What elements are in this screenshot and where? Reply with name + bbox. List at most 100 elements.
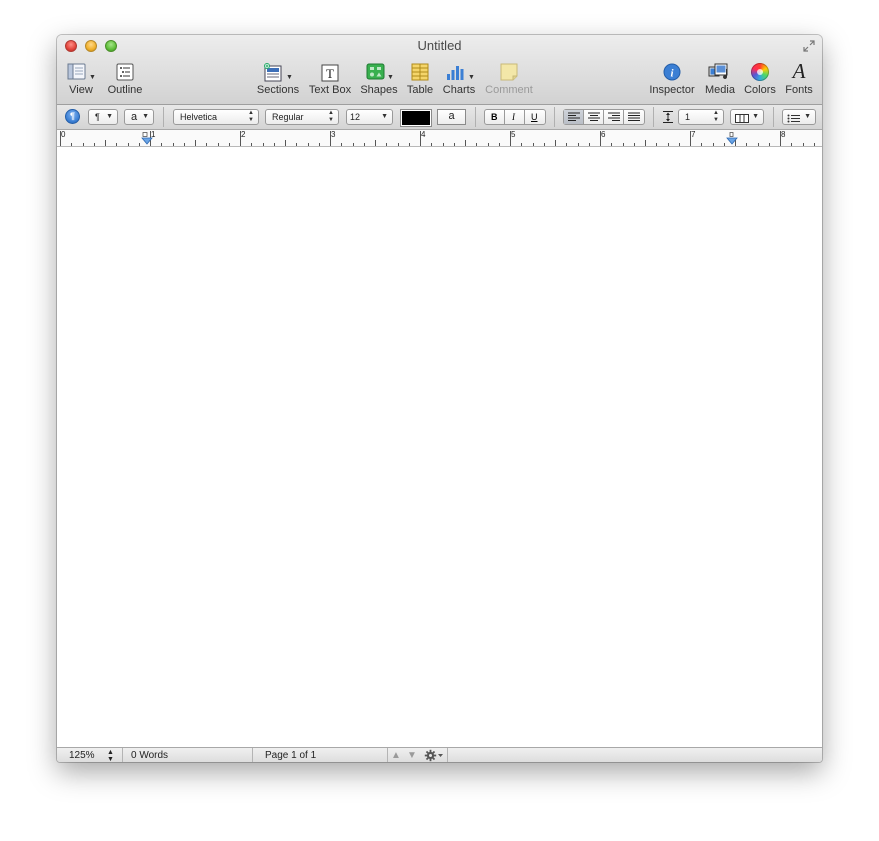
highlight-color-well[interactable]: a <box>437 109 466 125</box>
ruler-tick <box>138 143 140 146</box>
charts-dropdown-icon: ▼ <box>468 74 475 81</box>
fullscreen-icon[interactable] <box>802 39 816 53</box>
ruler-tick <box>566 143 568 146</box>
right-indent-marker[interactable] <box>726 132 738 145</box>
outline-button[interactable]: Outline <box>105 61 145 101</box>
line-spacing-stepper[interactable]: 1 ▲ ▼ <box>678 109 724 125</box>
align-center-button[interactable] <box>584 110 604 124</box>
font-family-value: Helvetica <box>180 112 218 122</box>
titlebar: Untitled ▼ View Outline ▼ Sections T Tex… <box>57 35 822 105</box>
next-page-icon[interactable]: ▼ <box>407 748 417 762</box>
columns-arrow-icon: ▼ <box>752 113 759 120</box>
paragraph-style-arrow-icon: ▼ <box>106 113 113 120</box>
bold-button[interactable]: B <box>485 110 505 124</box>
ruler-tick <box>498 143 500 146</box>
fonts-button[interactable]: A Fonts <box>783 59 815 101</box>
media-button[interactable]: Media <box>702 61 738 101</box>
ruler-tick <box>363 143 365 146</box>
shapes-button[interactable]: ▼ Shapes <box>360 61 398 101</box>
highlight-glyph: a <box>448 110 455 122</box>
character-style-arrow-icon: ▼ <box>142 113 149 120</box>
ruler-tick <box>408 143 410 146</box>
ruler-tick <box>577 143 579 146</box>
ruler-tick <box>183 143 185 146</box>
italic-button[interactable]: I <box>505 110 525 124</box>
charts-label: Charts <box>442 84 476 96</box>
table-label: Table <box>406 84 434 96</box>
font-size-arrow-icon: ▼ <box>381 113 388 120</box>
ruler-tick <box>757 143 759 146</box>
ruler-tick <box>206 143 208 146</box>
inspector-button[interactable]: i Inspector <box>647 61 697 101</box>
character-style-popup[interactable]: a ▼ <box>124 109 154 125</box>
window-title: Untitled <box>417 38 462 53</box>
fonts-label: Fonts <box>785 84 813 96</box>
color-wheel-icon <box>751 63 769 81</box>
ruler-tick <box>611 143 613 146</box>
zoom-value[interactable]: 125% <box>69 748 95 762</box>
columns-popup[interactable]: ▼ <box>730 109 764 125</box>
zoom-stepper-icon[interactable]: ▲ ▼ <box>107 749 114 762</box>
ruler-tick <box>296 143 298 146</box>
align-left-icon <box>568 112 580 121</box>
gear-icon[interactable] <box>424 749 444 762</box>
previous-page-icon[interactable]: ▲ <box>391 748 401 762</box>
ruler-tick <box>397 143 399 146</box>
ruler-tick <box>217 143 219 146</box>
ruler-tick <box>453 143 455 146</box>
table-button[interactable]: Table <box>403 61 437 101</box>
ruler-number: 7 <box>691 130 696 139</box>
text-color-well[interactable] <box>400 109 432 127</box>
justify-icon <box>628 112 640 121</box>
align-right-button[interactable] <box>604 110 624 124</box>
invisibles-icon[interactable]: ¶ <box>65 109 80 124</box>
align-right-icon <box>608 112 620 121</box>
divider <box>387 748 388 762</box>
comment-button[interactable]: Comment <box>484 61 534 101</box>
line-spacing-icon <box>661 110 675 124</box>
ruler-tick <box>667 143 669 146</box>
document-canvas[interactable] <box>57 147 822 747</box>
ruler-tick <box>633 143 635 146</box>
comment-icon <box>500 63 518 86</box>
font-size-combo[interactable]: 12 ▼ <box>346 109 393 125</box>
paragraph-style-popup[interactable]: ¶ ▼ <box>88 109 118 125</box>
sections-button[interactable]: ▼ Sections <box>256 61 300 101</box>
list-style-popup[interactable]: ▼ <box>782 109 816 125</box>
outline-icon <box>116 63 134 86</box>
separator <box>773 107 774 127</box>
ruler-tick <box>341 143 343 146</box>
italic-label: I <box>512 112 515 122</box>
character-style-value: a <box>131 111 138 123</box>
charts-button[interactable]: ▼ Charts <box>441 61 477 101</box>
ruler-tick <box>251 143 253 146</box>
left-indent-marker[interactable] <box>141 132 153 145</box>
ruler-tick <box>228 143 230 146</box>
typeface-stepper-icon: ▲ ▼ <box>328 110 334 123</box>
ruler-tick <box>701 143 703 146</box>
align-left-button[interactable] <box>564 110 584 124</box>
ruler-tick <box>532 143 534 146</box>
ruler-tick <box>375 140 376 146</box>
ruler-tick <box>93 143 95 146</box>
word-count[interactable]: 0 Words <box>131 748 168 762</box>
sections-label: Sections <box>256 84 300 96</box>
underline-label: U <box>531 112 538 122</box>
text-box-button[interactable]: T Text Box <box>307 61 353 101</box>
svg-text:T: T <box>326 66 334 81</box>
typeface-popup[interactable]: Regular ▲ ▼ <box>265 109 339 125</box>
ruler-tick <box>521 143 523 146</box>
font-family-popup[interactable]: Helvetica ▲ ▼ <box>173 109 259 125</box>
line-spacing-stepper-icon: ▲ ▼ <box>713 110 719 123</box>
colors-button[interactable]: Colors <box>742 61 778 101</box>
ruler-tick <box>71 143 73 146</box>
sections-dropdown-icon: ▼ <box>286 74 293 81</box>
media-icon <box>708 63 732 86</box>
media-label: Media <box>705 84 735 96</box>
view-button[interactable]: ▼ View <box>63 61 99 101</box>
underline-button[interactable]: U <box>525 110 545 124</box>
ruler-tick <box>195 140 196 146</box>
justify-button[interactable] <box>624 110 644 124</box>
font-family-stepper-icon: ▲ ▼ <box>248 110 254 123</box>
page-info: Page 1 of 1 <box>265 750 317 761</box>
